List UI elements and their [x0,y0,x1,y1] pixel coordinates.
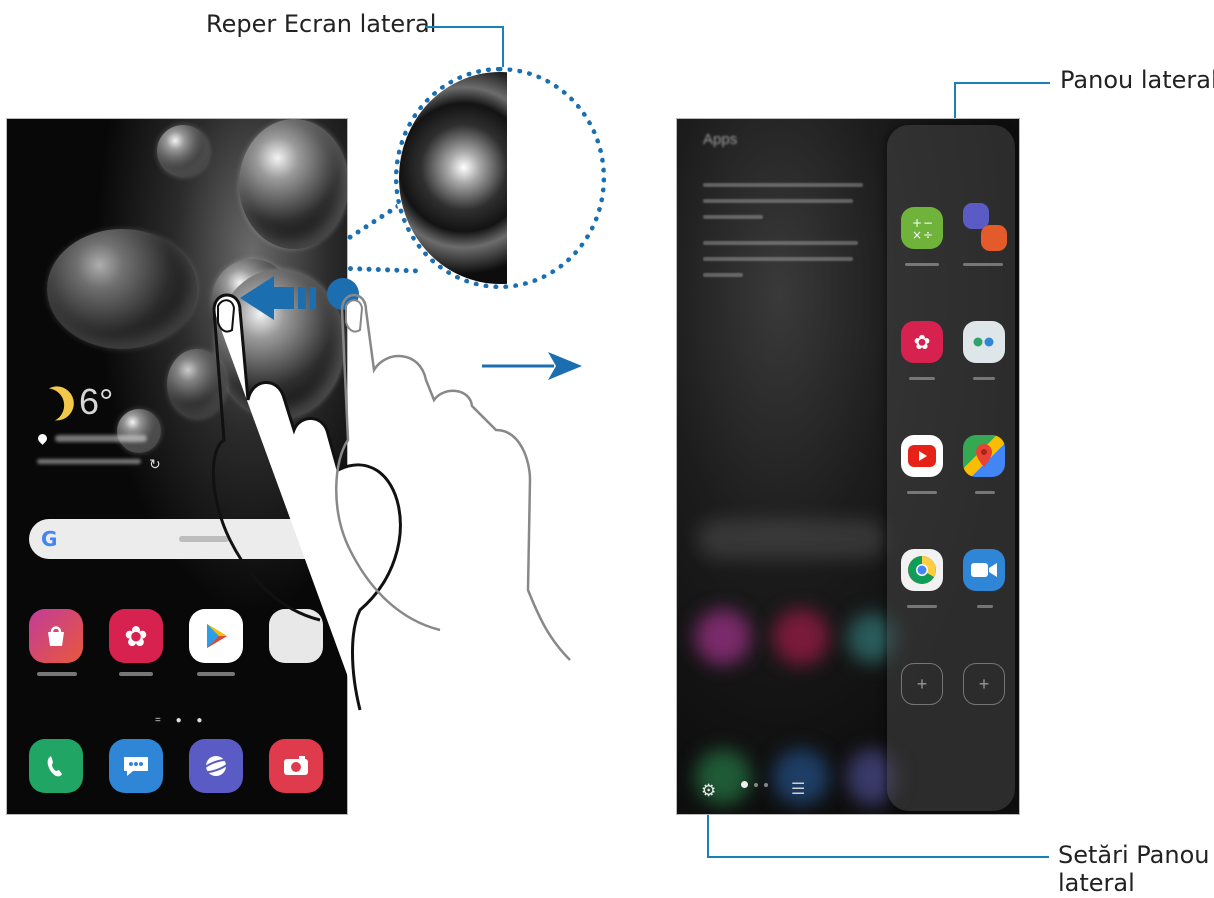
google-logo: G [41,527,58,551]
panel-title: Apps [703,131,738,148]
panel-description-line [703,241,858,245]
messages-icon[interactable] [109,739,163,793]
edge-handle-callout-label: Reper Ecran lateral [206,10,437,38]
flower-gallery-icon[interactable]: ✿ [109,609,163,663]
bubble-decoration [117,409,161,453]
duo-icon[interactable] [963,549,1005,591]
edge-handle-leader-h [426,26,504,28]
bubble-decoration [157,125,209,177]
refresh-icon[interactable]: ↻ [149,456,161,473]
svg-text:÷: ÷ [923,228,933,241]
add-app-slot[interactable]: + [901,663,943,705]
panel-description-line [703,215,763,219]
settings-callout-line1: Setări Panou [1058,841,1210,869]
settings-callout-line2: lateral [1058,868,1135,897]
edge-handle-magnifier [394,67,606,289]
phone-icon[interactable] [29,739,83,793]
settings-leader-h [707,856,1049,858]
chrome-icon[interactable] [901,549,943,591]
svg-text:×: × [912,228,922,241]
app-label [977,605,993,608]
panel-page-indicator [741,781,768,788]
app-label [973,377,995,380]
youtube-icon[interactable] [901,435,943,477]
app-label [907,491,937,494]
edge-panel-settings-icon[interactable]: ⚙ [701,781,716,801]
moon-icon [23,382,70,429]
blurred-background-bar [697,519,887,559]
magnifier-connector [346,202,402,241]
magnified-screen-edge [399,72,507,284]
blurred-background-icon [695,609,751,665]
app-label [119,672,153,676]
edge-panel-settings-callout-label: Setări Panou lateral [1058,841,1210,897]
edge-panel-leader-h [954,82,1050,84]
gallery-icon[interactable]: ✿ [901,321,943,363]
app-label [905,263,939,266]
camera-icon[interactable] [269,739,323,793]
app-label [975,491,995,494]
add-app-slot[interactable]: + [963,663,1005,705]
shopping-bag-icon[interactable] [29,609,83,663]
transition-arrow-icon [482,352,582,380]
maps-icon[interactable] [963,435,1005,477]
app-label [37,672,77,676]
edge-panel: + − × ÷ ✿ + + [887,125,1015,811]
edge-panel-callout-label: Panou lateral [1060,66,1214,94]
internet-note-pair-icon[interactable] [963,203,1009,253]
weather-temperature: 6° [79,381,114,422]
panel-description-line [703,273,743,277]
update-text [37,459,141,464]
bubble-decoration [47,229,197,349]
app-label [909,377,935,380]
edge-panel-phone: Apps ⚙ ☰ + − × ÷ ✿ + + [676,118,1020,815]
folder-icon[interactable] [963,321,1005,363]
panel-description-line [703,199,853,203]
location-text [55,435,147,442]
blurred-background-icon [773,609,829,665]
note-mini-icon [981,225,1007,251]
list-icon[interactable]: ☰ [791,779,805,799]
bubble-decoration [239,119,347,249]
calculator-icon[interactable]: + − × ÷ [901,207,943,249]
location-pin-icon [36,432,49,445]
internet-icon[interactable] [189,739,243,793]
app-label [907,605,937,608]
panel-description-line [703,257,853,261]
panel-description-line [703,183,863,187]
app-label [963,263,1003,266]
